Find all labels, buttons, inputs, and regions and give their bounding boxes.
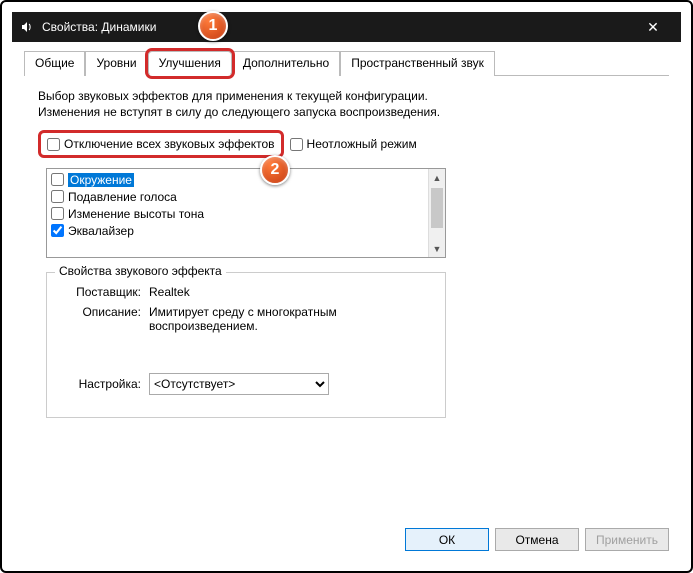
dialog-footer: ОК Отмена Применить	[24, 524, 669, 551]
description-value: Имитирует среду с многократным воспроизв…	[149, 305, 433, 333]
annotation-badge-2: 2	[260, 155, 290, 185]
tab-bar: Общие Уровни Улучшения Дополнительно Про…	[24, 50, 669, 76]
disable-all-effects-checkbox[interactable]: Отключение всех звуковых эффектов	[47, 137, 275, 151]
description-label: Описание:	[59, 305, 149, 333]
disable-all-highlight: Отключение всех звуковых эффектов	[38, 130, 284, 158]
provider-value: Realtek	[149, 285, 433, 299]
scroll-down-icon[interactable]: ▼	[429, 240, 445, 257]
disable-all-label: Отключение всех звуковых эффектов	[64, 137, 275, 151]
tab-advanced[interactable]: Дополнительно	[232, 51, 340, 76]
listbox-scrollbar[interactable]: ▲ ▼	[428, 169, 445, 257]
content-area: Общие Уровни Улучшения Дополнительно Про…	[12, 42, 681, 561]
apply-button[interactable]: Применить	[585, 528, 669, 551]
tab-enhancements[interactable]: Улучшения	[148, 51, 232, 76]
scroll-thumb[interactable]	[431, 188, 443, 228]
ok-button[interactable]: ОК	[405, 528, 489, 551]
close-button[interactable]: ✕	[633, 12, 673, 42]
properties-window: Свойства: Динамики ✕ Общие Уровни Улучше…	[12, 12, 681, 561]
urgent-mode-checkbox[interactable]: Неотложный режим	[290, 137, 417, 151]
cancel-button[interactable]: Отмена	[495, 528, 579, 551]
description-text: Выбор звуковых эффектов для применения к…	[38, 88, 458, 120]
annotation-badge-1: 1	[198, 11, 228, 41]
list-item[interactable]: Изменение высоты тона	[49, 205, 443, 222]
group-legend: Свойства звукового эффекта	[55, 264, 226, 278]
list-item[interactable]: Окружение	[49, 171, 443, 188]
titlebar: Свойства: Динамики ✕	[12, 12, 681, 42]
list-item[interactable]: Подавление голоса	[49, 188, 443, 205]
urgent-mode-label: Неотложный режим	[307, 137, 417, 151]
tab-general[interactable]: Общие	[24, 51, 85, 76]
tab-spatial-sound[interactable]: Пространственный звук	[340, 51, 495, 76]
setting-select[interactable]: <Отсутствует>	[149, 373, 329, 395]
effect-properties-group: Свойства звукового эффекта Поставщик: Re…	[46, 272, 446, 418]
effects-listbox[interactable]: Окружение Подавление голоса Изменение вы…	[46, 168, 446, 258]
list-item[interactable]: Эквалайзер	[49, 222, 443, 239]
scroll-up-icon[interactable]: ▲	[429, 169, 445, 186]
tab-levels[interactable]: Уровни	[85, 51, 147, 76]
speaker-icon	[20, 20, 34, 34]
setting-label: Настройка:	[59, 377, 149, 391]
provider-label: Поставщик:	[59, 285, 149, 299]
window-title: Свойства: Динамики	[42, 20, 633, 34]
